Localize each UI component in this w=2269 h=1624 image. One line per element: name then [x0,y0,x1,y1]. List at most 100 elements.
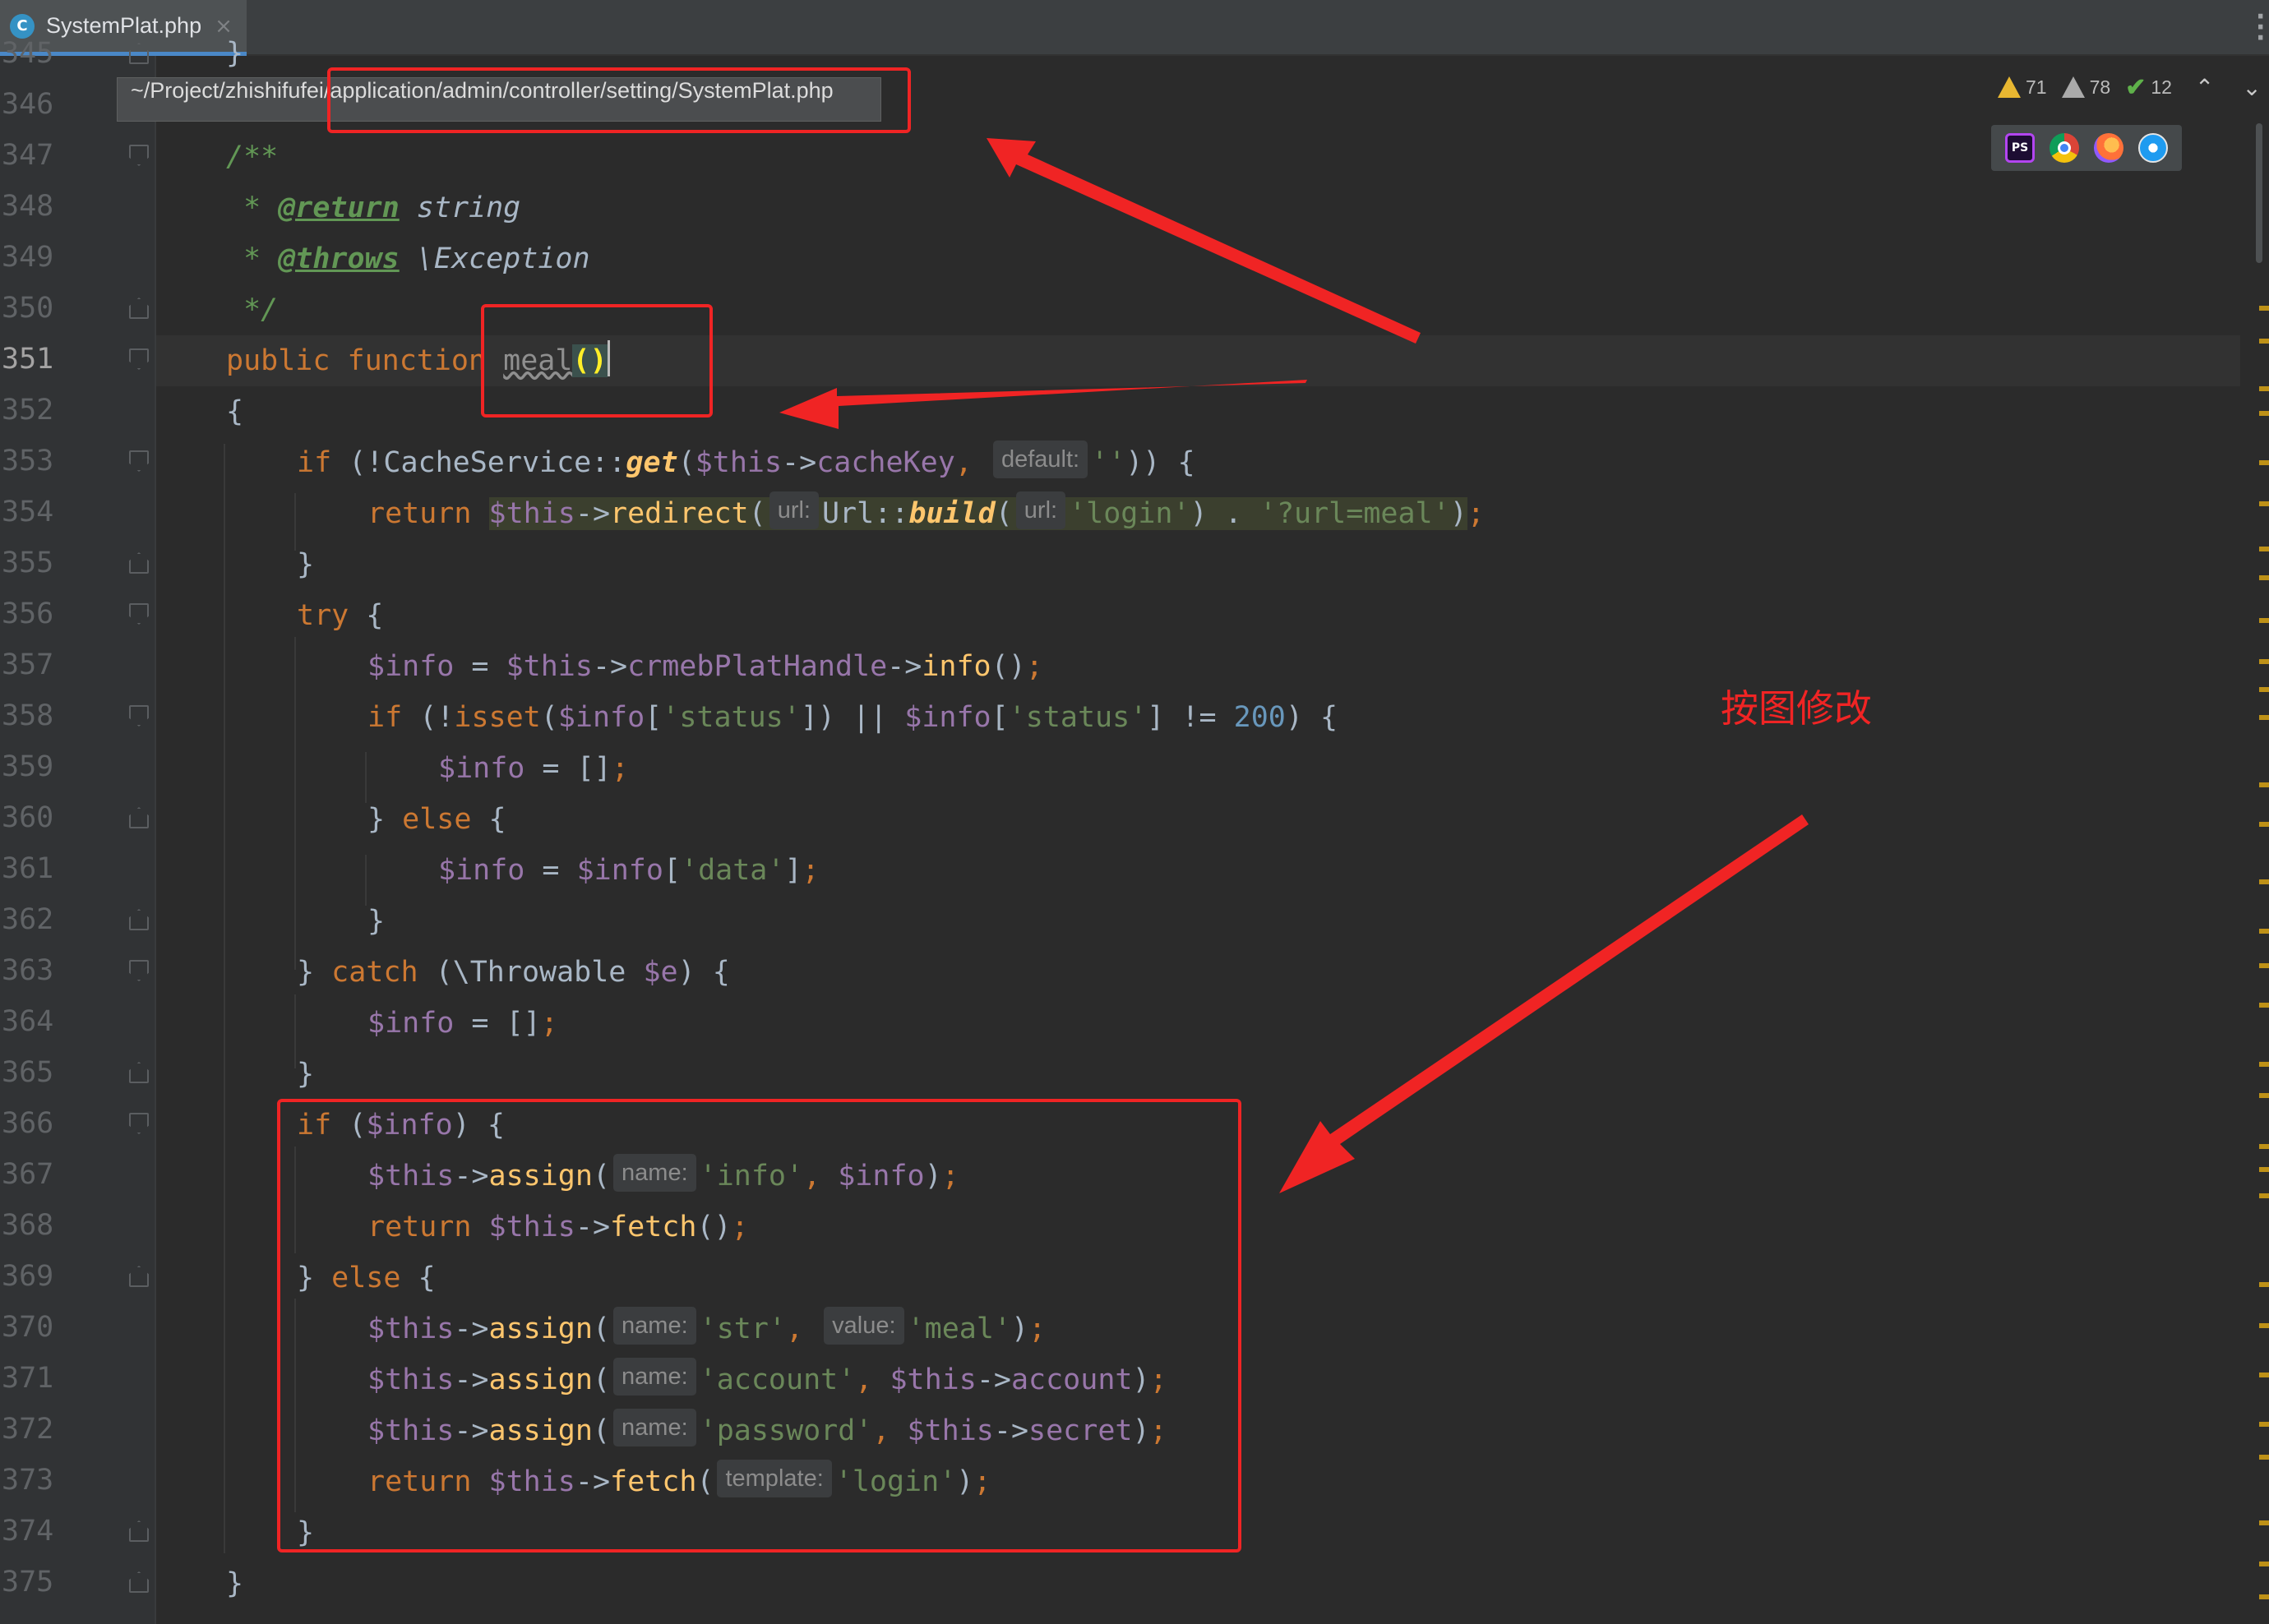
code-line-354: return $this->redirect(url: Url::build(ur… [367,488,1485,539]
line-number[interactable]: 350 [2,283,59,334]
code-line-345: } [226,37,244,70]
check-icon: ✔ [2125,73,2147,101]
line-number[interactable]: 365 [2,1047,59,1098]
line-number[interactable]: 361 [2,843,59,894]
param-hint: url: [769,491,819,529]
line-number[interactable]: 362 [2,894,59,945]
scrollbar-warning-mark[interactable] [2259,963,2269,968]
line-number[interactable]: 372 [2,1404,59,1455]
line-number[interactable]: 352 [2,385,59,436]
line-number[interactable]: 375 [2,1557,59,1608]
code-line-363: } catch (\Throwable $e) { [297,956,730,989]
scrollbar-warning-mark[interactable] [2259,547,2269,551]
scrollbar-thumb[interactable] [2256,123,2262,263]
scrollbar-warning-mark[interactable] [2259,1282,2269,1287]
scrollbar-warning-mark[interactable] [2259,1167,2269,1172]
scrollbar-warning-mark[interactable] [2259,1594,2269,1599]
code-line-350: */ [226,293,279,326]
line-number[interactable]: 349 [2,232,59,283]
line-number[interactable]: 351 [2,334,59,385]
annotation-box-function [481,304,713,418]
line-number[interactable]: 348 [2,181,59,232]
line-number[interactable]: 366 [2,1098,59,1149]
line-number[interactable]: 354 [2,487,59,537]
highlighted-expression: $this->redirect(url: Url::build(url:'logi… [488,491,1467,530]
line-number[interactable]: 364 [2,996,59,1047]
scrollbar-warning-mark[interactable] [2259,1562,2269,1566]
line-number[interactable]: 353 [2,436,59,487]
line-number[interactable]: 357 [2,639,59,690]
scrollbar-warning-mark[interactable] [2259,1144,2269,1149]
chrome-icon[interactable] [2049,133,2079,163]
line-number[interactable]: 355 [2,537,59,588]
chevron-up-icon[interactable]: ⌃ [2195,74,2214,101]
code-line-356: try { [297,599,384,632]
weak-warning-icon [2061,76,2085,98]
scrollbar-warning-mark[interactable] [2259,1422,2269,1427]
phpstorm-icon[interactable]: PS [2005,133,2035,163]
scrollbar-warning-mark[interactable] [2259,929,2269,934]
scrollbar-warning-mark[interactable] [2259,618,2269,623]
line-number[interactable]: 345 [2,28,59,79]
scrollbar-warning-mark[interactable] [2259,501,2269,506]
code-line-375: } [226,1567,244,1600]
scrollbar-warning-mark[interactable] [2259,306,2269,311]
code-line-358: if (!isset($info['status']) || $info['st… [367,701,1338,734]
scrollbar-warning-mark[interactable] [2259,1323,2269,1328]
scrollbar-warning-mark[interactable] [2259,782,2269,787]
chevron-down-icon[interactable]: ⌄ [2242,74,2261,101]
scrollbar-warning-mark[interactable] [2259,386,2269,391]
line-number[interactable]: 356 [2,588,59,639]
scrollbar-warning-mark[interactable] [2259,339,2269,344]
scrollbar-warning-mark[interactable] [2259,687,2269,692]
code-line-352: { [226,395,244,428]
line-number[interactable]: 358 [2,690,59,741]
typos-indicator[interactable]: ✔ 12 [2125,73,2172,102]
line-number[interactable]: 373 [2,1455,59,1506]
scrollbar-warning-mark[interactable] [2259,715,2269,720]
line-number[interactable]: 370 [2,1302,59,1353]
scrollbar-warning-mark[interactable] [2259,1003,2269,1008]
editor-scrollbar[interactable] [2257,123,2269,1624]
scrollbar-warning-mark[interactable] [2259,659,2269,664]
code-line-349: * @throws \Exception [226,242,590,275]
line-number[interactable]: 363 [2,945,59,996]
scrollbar-warning-mark[interactable] [2259,460,2269,465]
firefox-icon[interactable] [2094,133,2123,163]
scrollbar-warning-mark[interactable] [2259,1093,2269,1098]
scrollbar-warning-mark[interactable] [2259,1520,2269,1525]
code-line-347: /** [226,141,279,173]
scrollbar-warning-mark[interactable] [2259,879,2269,884]
indent-guide [224,444,225,1553]
line-number[interactable]: 347 [2,130,59,181]
scrollbar-warning-mark[interactable] [2259,1373,2269,1377]
code-line-357: $info = $this->crmebPlatHandle->info(); [367,650,1043,683]
annotation-box-path [327,67,911,133]
line-number[interactable]: 369 [2,1251,59,1302]
warning-icon [1998,76,2021,98]
scrollbar-warning-mark[interactable] [2259,1455,2269,1460]
safari-icon[interactable] [2138,133,2168,163]
more-vertical-icon[interactable]: · · · [2256,5,2269,51]
line-number[interactable]: 360 [2,792,59,843]
line-number[interactable]: 371 [2,1353,59,1404]
line-number[interactable]: 374 [2,1506,59,1557]
indent-guide [294,493,296,551]
scrollbar-warning-mark[interactable] [2259,822,2269,827]
tab-label: SystemPlat.php [46,13,202,38]
line-number[interactable]: 368 [2,1200,59,1251]
weak-warnings-indicator[interactable]: 78 [2061,76,2110,99]
scrollbar-warning-mark[interactable] [2259,1062,2269,1067]
scrollbar-warning-mark[interactable] [2259,1193,2269,1198]
line-number[interactable]: 367 [2,1149,59,1200]
inspection-widget[interactable]: 71 78 ✔ 12 ⌃ ⌄ [1998,71,2262,104]
scrollbar-warning-mark[interactable] [2259,411,2269,416]
editor-tab-bar: C SystemPlat.php × · · · [0,0,2269,56]
scrollbar-warning-mark[interactable] [2259,575,2269,580]
line-number[interactable]: 359 [2,741,59,792]
warnings-indicator[interactable]: 71 [1998,76,2047,99]
annotation-text: 按图修改 [1721,686,1872,731]
indent-guide [294,994,296,1068]
line-number[interactable]: 346 [2,79,59,130]
code-line-361: $info = $info['data']; [438,854,820,887]
